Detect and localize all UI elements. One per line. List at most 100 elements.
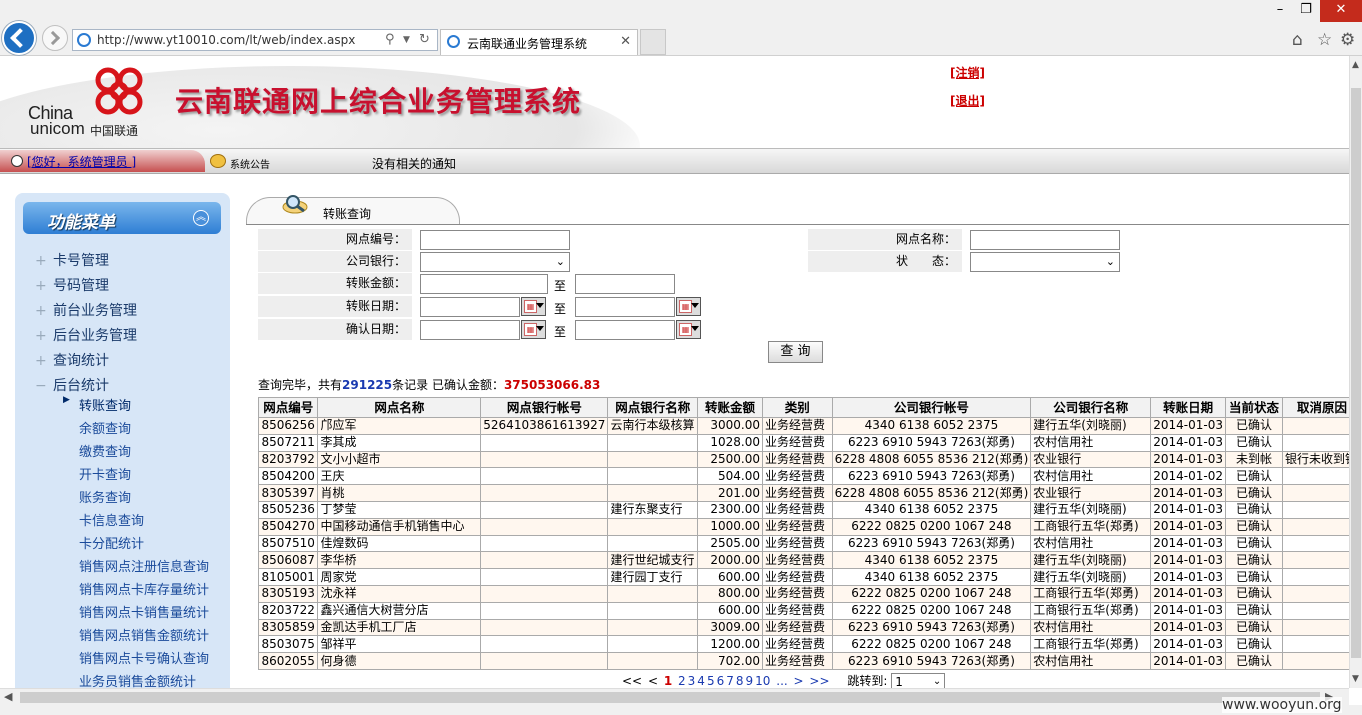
exit-link[interactable]: [退出] [950,92,985,109]
table-row[interactable]: 8305193 沈永祥 800.00 业务经营费 6222 0825 0200 1067… [257,584,1362,603]
search-icon[interactable]: ⚲ [385,32,395,47]
table-cell: 5264103861613927 [480,417,609,435]
status-select[interactable]: ⌄ [970,252,1120,272]
greeting-link[interactable]: [您好，系统管理员 ] [27,153,136,170]
table-row[interactable]: 8203722 鑫兴通信大树营分店 600.00 业务经营费 6222 0825 020… [257,601,1362,620]
table-cell: 1000.00 [697,517,763,536]
table-row[interactable]: 8504200 王庆 504.00 业务经营费 6223 6910 5943 7263(… [257,467,1362,486]
transfer-date-to-input[interactable] [575,297,675,317]
prev-page-link[interactable]: < [648,674,658,688]
table-row[interactable]: 8506087 李华桥 建行世纪城支行 2000.00 业务经营费 4340 6138 6… [257,551,1362,570]
table-cell [607,484,699,502]
sidebar-item-back-business[interactable]: + 后台业务管理 [35,325,137,345]
page-link[interactable]: 10 [755,674,770,688]
next-page-link[interactable]: > [794,674,804,688]
transfer-date-from-input[interactable] [420,297,520,317]
page-link[interactable]: 5 [707,674,715,688]
subitem-outlet-sales-volume[interactable]: 销售网点卡销售量统计 [79,602,209,621]
table-cell: 业务经营费 [761,551,833,570]
outlet-code-input[interactable] [420,230,570,250]
ellipsis-link[interactable]: ... [776,674,787,688]
amount-from-input[interactable] [420,274,548,294]
refresh-icon[interactable]: ↻ [419,32,430,47]
subitem-transfer-query[interactable]: ▶ 转账查询 [63,395,131,414]
vertical-scrollbar[interactable]: ▲ ▼ [1349,56,1362,688]
company-bank-select[interactable]: ⌄ [420,252,570,272]
new-tab-button[interactable] [640,29,666,55]
scroll-down-icon[interactable]: ▼ [1352,674,1359,684]
address-bar[interactable]: http://www.yt10010.com/lt/web/index.aspx… [72,29,438,51]
forward-button[interactable] [42,25,68,51]
page-link[interactable]: 9 [746,674,754,688]
date-picker-button[interactable]: ▦ [676,320,701,339]
table-row[interactable]: 8602055 何身德 702.00 业务经营费 6223 6910 5943 7263… [257,652,1362,670]
table-row[interactable]: 8203792 文小小超市 2500.00 业务经营费 6228 4808 6055 8… [257,450,1362,469]
date-picker-button[interactable]: ▦ [676,297,701,316]
table-row[interactable]: 8507211 李其成 1028.00 业务经营费 6223 6910 5943 726… [257,433,1362,452]
sidebar-item-query-stats[interactable]: + 查询统计 [35,350,109,370]
table-row[interactable]: 8504270 中国移动通信手机销售中心 1000.00 业务经营费 6222 0825… [257,517,1362,536]
subitem-balance-query[interactable]: 余额查询 [79,418,131,437]
amount-to-input[interactable] [575,274,675,294]
subitem-outlet-registration-query[interactable]: 销售网点注册信息查询 [79,556,209,575]
table-cell: 建行五华(刘晓丽) [1030,417,1152,435]
cancel-link[interactable]: [注销] [950,64,985,81]
browser-tab[interactable]: 云南联通业务管理系统 ✕ [440,29,638,55]
close-icon[interactable]: ✕ [620,34,631,49]
scrollbar-thumb[interactable] [1351,88,1361,658]
subitem-card-allocation-stats[interactable]: 卡分配统计 [79,533,144,552]
scroll-left-icon[interactable]: ◀ [4,690,12,703]
sidebar-item-number-management[interactable]: + 号码管理 [35,275,109,295]
dropdown-icon[interactable]: ▼ [403,35,410,45]
subitem-account-query[interactable]: 账务查询 [79,487,131,506]
page-link[interactable]: 3 [688,674,696,688]
table-cell: 建行世纪城支行 [607,551,699,570]
page-link[interactable]: 8 [736,674,744,688]
table-row[interactable]: 8507510 佳煌数码 2505.00 业务经营费 6223 6910 5943 72… [257,534,1362,553]
subitem-outlet-card-confirm[interactable]: 销售网点卡号确认查询 [79,648,209,667]
back-button[interactable] [2,21,36,55]
table-row[interactable]: 8305397 肖桃 201.00 业务经营费 6228 4808 6055 8536 … [257,484,1362,502]
first-page-link[interactable]: << [622,674,642,688]
page-link[interactable]: 2 [678,674,686,688]
subitem-payment-query[interactable]: 缴费查询 [79,441,131,460]
scrollbar-thumb[interactable] [20,692,1320,703]
subitem-outlet-stock-stats[interactable]: 销售网点卡库存量统计 [79,579,209,598]
date-picker-button[interactable]: ▦ [521,297,546,316]
table-row[interactable]: 8505236 丁梦莹 建行东聚支行 2300.00 业务经营费 4340 6138 60… [257,500,1362,519]
page-link[interactable]: 6 [717,674,725,688]
maximize-button[interactable]: ❐ [1294,0,1318,22]
table-cell: 业务经营费 [761,635,833,654]
sidebar-item-card-management[interactable]: + 卡号管理 [35,250,109,270]
sidebar-item-back-stats[interactable]: − 后台统计 [35,375,109,395]
page-link[interactable]: 4 [697,674,705,688]
table-cell: 未到帐 [1225,450,1283,469]
table-cell: 业务经营费 [761,601,833,620]
subitem-outlet-sales-amount[interactable]: 销售网点销售金额统计 [79,625,209,644]
table-cell: 业务经营费 [761,568,833,586]
confirm-date-to-input[interactable] [575,320,675,340]
date-picker-button[interactable]: ▦ [521,320,546,339]
collapse-icon[interactable]: ︽ [193,210,209,226]
page-link[interactable]: 7 [726,674,734,688]
horizontal-scrollbar[interactable]: ◀ ▶ [0,688,1349,705]
to-label: 至 [554,279,567,293]
scroll-up-icon[interactable]: ▲ [1352,60,1359,70]
table-row[interactable]: 8105001 周家党 建行园丁支行 600.00 业务经营费 4340 6138 605… [257,568,1362,586]
sidebar-item-front-business[interactable]: + 前台业务管理 [35,300,137,320]
minimize-button[interactable]: – [1268,0,1292,22]
window-close-button[interactable]: ✕ [1320,0,1362,22]
confirm-date-from-input[interactable] [420,320,520,340]
query-button[interactable]: 查 询 [768,341,823,363]
subitem-card-info-query[interactable]: 卡信息查询 [79,510,144,529]
address-url[interactable]: http://www.yt10010.com/lt/web/index.aspx [97,33,355,47]
table-row[interactable]: 8305859 金凯达手机工厂店 3009.00 业务经营费 6223 6910 594… [257,618,1362,637]
favorites-star-icon[interactable]: ☆ [1317,30,1332,50]
table-row[interactable]: 8506256 邝应军 5264103861613927 云南行本级核算 3000.00… [257,417,1362,435]
gear-icon[interactable]: ⚙ [1340,30,1355,50]
subitem-open-card-query[interactable]: 开卡查询 [79,464,131,483]
table-row[interactable]: 8503075 邹祥平 1200.00 业务经营费 6222 0825 0200 106… [257,635,1362,654]
home-icon[interactable]: ⌂ [1292,30,1303,50]
last-page-link[interactable]: >> [809,674,829,688]
outlet-name-input[interactable] [970,230,1120,250]
